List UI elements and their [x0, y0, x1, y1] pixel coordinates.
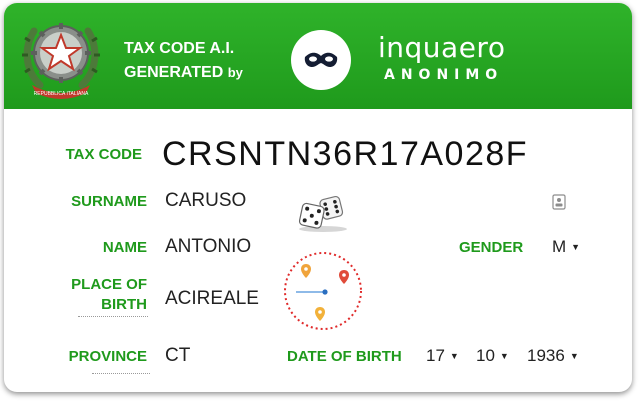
brand-name: inquaero [378, 31, 506, 64]
surname-input[interactable]: CARUSO [165, 190, 246, 212]
gender-value: M [552, 237, 567, 256]
brand-subtitle: ANONIMO [384, 67, 504, 83]
header-title: TAX CODE A.I. GENERATED by [124, 37, 243, 85]
date-of-birth-label: DATE OF BIRTH [287, 348, 402, 365]
surname-label: SURNAME [71, 193, 147, 210]
dob-year-value: 1936 [527, 346, 565, 365]
header-title-line2: GENERATED by [124, 61, 243, 85]
header-title-line1: TAX CODE A.I. [124, 40, 235, 57]
emblem-ribbon-text: REPUBBLICA ITALIANA [34, 91, 89, 97]
dob-day-value: 17 [426, 346, 445, 365]
dob-day-select[interactable]: 17 ▼ [426, 346, 459, 366]
brand-logo[interactable] [291, 30, 351, 90]
place-label-line1: PLACE OF [71, 276, 147, 293]
place-label-line2: BIRTH [101, 296, 147, 313]
tax-code-card: REPUBBLICA ITALIANA TAX CODE A.I. GENERA… [4, 3, 632, 392]
place-of-birth-label: PLACE OF BIRTH [24, 275, 147, 315]
dob-month-select[interactable]: 10 ▼ [476, 346, 509, 366]
header-generated: GENERATED [124, 64, 224, 81]
chevron-down-icon: ▼ [449, 351, 459, 361]
tax-code-label: TAX CODE [65, 146, 142, 163]
chevron-down-icon: ▼ [499, 351, 509, 361]
name-input[interactable]: ANTONIO [165, 236, 251, 258]
gender-label: GENDER [459, 239, 524, 256]
label-underline [92, 373, 150, 374]
label-underline [78, 316, 148, 317]
dob-year-select[interactable]: 1936 ▼ [527, 346, 579, 366]
place-of-birth-input[interactable]: ACIREALE [165, 288, 259, 310]
dob-month-value: 10 [476, 346, 495, 365]
header-by: by [227, 65, 243, 80]
chevron-down-icon: ▼ [569, 351, 579, 361]
province-input[interactable]: CT [165, 345, 190, 367]
mask-icon [304, 52, 338, 67]
dice-icon[interactable] [295, 193, 351, 233]
name-label: NAME [102, 239, 147, 256]
chevron-down-icon: ▼ [571, 242, 581, 252]
map-pin-icon[interactable] [282, 250, 364, 332]
gender-select[interactable]: M ▼ [552, 237, 580, 257]
italian-emblem-icon: REPUBBLICA ITALIANA [22, 23, 100, 99]
province-label: PROVINCE [68, 348, 147, 365]
card-header: REPUBBLICA ITALIANA TAX CODE A.I. GENERA… [4, 3, 632, 109]
id-card-icon[interactable] [552, 194, 566, 210]
tax-code-value[interactable]: CRSNTN36R17A028F [162, 135, 528, 174]
